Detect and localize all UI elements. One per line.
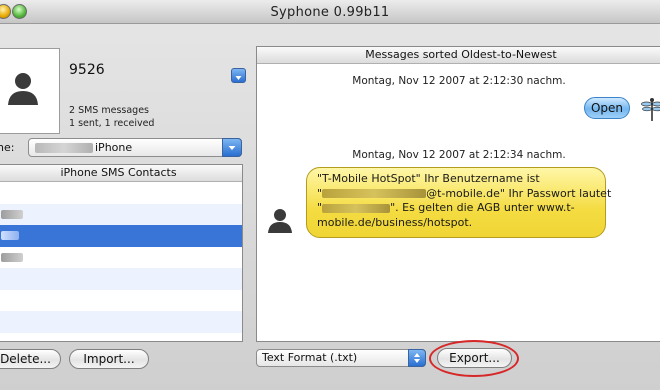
delete-button[interactable]: Delete... (0, 349, 61, 369)
message-timestamp: Montag, Nov 12 2007 at 2:12:34 nachm. (352, 149, 566, 161)
phone-label: ne: (0, 141, 15, 154)
person-silhouette-icon (8, 73, 38, 105)
table-row[interactable] (0, 311, 242, 333)
syphone-window: Syphone 0.99b11 9526 2 SMS messages 1 se… (0, 0, 660, 390)
phone-selected-value: iPhone (95, 141, 133, 154)
phone-select-arrow[interactable] (222, 138, 242, 157)
contacts-column-header[interactable]: iPhone SMS Contacts (0, 165, 242, 182)
messages-header: Messages sorted Oldest-to-Newest (257, 47, 660, 64)
title-bar: Syphone 0.99b11 (0, 0, 660, 24)
table-row[interactable] (0, 203, 242, 225)
redacted-contact (1, 209, 23, 219)
export-format-select[interactable]: Text Format (.txt) (256, 349, 426, 367)
message-text: @t-mobile.de" Ihr Passwort lautet (426, 186, 612, 200)
redacted-contact (1, 231, 19, 240)
message-line: "T-Mobile HotSpot" Ihr Benutzername ist (317, 172, 540, 185)
table-row[interactable] (0, 247, 242, 269)
redacted-password (322, 203, 391, 213)
sms-breakdown: 1 sent, 1 received (69, 118, 155, 129)
table-row[interactable] (0, 290, 242, 312)
phone-select[interactable]: iPhone (28, 138, 242, 157)
chevron-down-icon (235, 76, 242, 80)
import-button[interactable]: Import... (69, 349, 149, 369)
contact-name: 9526 (69, 62, 105, 78)
sms-count: 2 SMS messages (69, 105, 149, 116)
person-silhouette-icon (268, 209, 292, 233)
messages-panel: Messages sorted Oldest-to-Newest Montag,… (256, 46, 660, 342)
chevron-down-icon (228, 146, 236, 150)
message-line: " @t-mobile.de" Ihr Passwort lautet (317, 187, 611, 202)
dragonfly-icon (641, 98, 660, 121)
sent-message-bubble: Open (584, 97, 630, 119)
up-down-arrows-icon (414, 353, 420, 363)
table-row-selected[interactable] (0, 225, 242, 247)
highlight-circle (429, 340, 519, 377)
received-message-bubble: "T-Mobile HotSpot" Ihr Benutzername ist … (306, 167, 611, 238)
window-title: Syphone 0.99b11 (270, 5, 390, 20)
contact-avatar (0, 48, 60, 134)
contact-menu-button[interactable] (231, 68, 246, 83)
table-row[interactable] (0, 268, 242, 290)
message-line: " ". Es gelten die AGB unter www.t- (317, 201, 595, 216)
redacted-username (322, 189, 427, 198)
message-text: ". Es gelten die AGB unter www.t- (390, 201, 575, 214)
export-format-arrow[interactable] (408, 349, 426, 367)
table-row[interactable] (0, 182, 242, 204)
redacted-phone-name (35, 143, 93, 153)
redacted-contact (1, 252, 23, 262)
message-line: mobile.de/business/hotspot. (317, 215, 473, 229)
export-format-value: Text Format (.txt) (262, 351, 358, 364)
table-row[interactable] (0, 333, 242, 342)
message-timestamp: Montag, Nov 12 2007 at 2:12:30 nachm. (352, 75, 566, 87)
contacts-table: iPhone SMS Contacts (0, 164, 243, 342)
contact-stats: 2 SMS messages 1 sent, 1 received (69, 104, 154, 130)
